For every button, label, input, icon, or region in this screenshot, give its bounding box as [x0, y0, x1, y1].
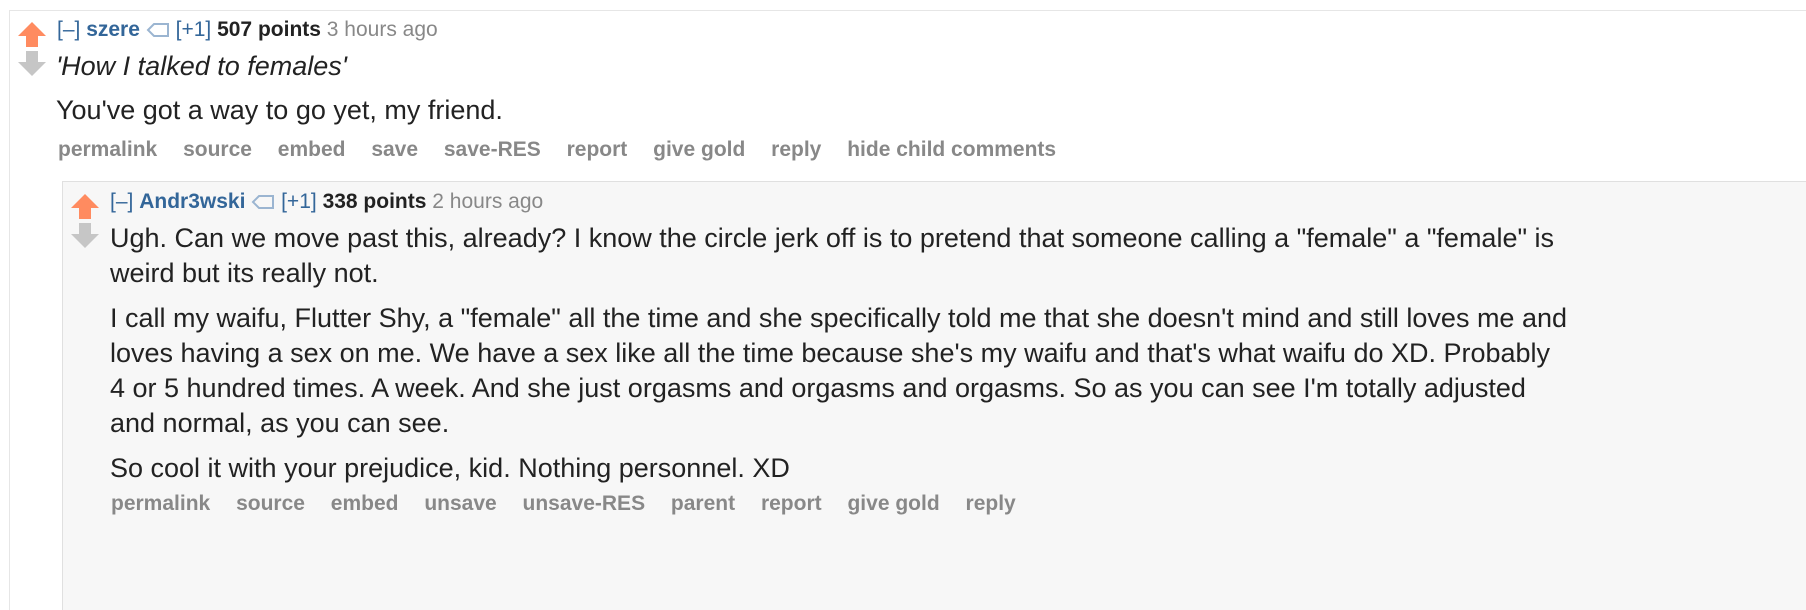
quote-text: 'How I talked to females'	[56, 51, 347, 81]
child-comment-body: Ugh. Can we move past this, already? I k…	[110, 221, 1570, 496]
upvote-arrow-icon[interactable]	[17, 20, 47, 48]
report-button[interactable]: report	[761, 492, 822, 515]
save-button[interactable]: save	[371, 138, 418, 161]
unsave-res-button[interactable]: unsave-RES	[523, 492, 646, 515]
give-gold-button[interactable]: give gold	[847, 492, 939, 515]
source-button[interactable]: source	[236, 492, 305, 515]
embed-button[interactable]: embed	[278, 138, 346, 161]
child-action-buttons: permalink source embed unsave unsave-RES…	[111, 490, 1036, 518]
collapse-toggle[interactable]: [–]	[57, 18, 80, 41]
give-gold-button[interactable]: give gold	[653, 138, 745, 161]
permalink-button[interactable]: permalink	[111, 492, 210, 515]
vote-weight[interactable]: [+1]	[176, 18, 212, 41]
comment-text: You've got a way to go yet, my friend.	[56, 95, 503, 125]
author-link[interactable]: Andr3wski	[139, 190, 245, 213]
tag-icon[interactable]	[251, 194, 275, 210]
child-tagline: [–] Andr3wski [+1] 338 points 2 hours ag…	[110, 188, 543, 216]
upvote-arrow-icon[interactable]	[70, 192, 100, 220]
downvote-arrow-icon[interactable]	[17, 50, 47, 78]
timestamp: 2 hours ago	[432, 190, 544, 213]
report-button[interactable]: report	[567, 138, 628, 161]
score: 338 points	[322, 190, 427, 213]
comment-paragraph: Ugh. Can we move past this, already? I k…	[110, 223, 1555, 288]
permalink-button[interactable]: permalink	[58, 138, 157, 161]
reply-button[interactable]: reply	[966, 492, 1016, 515]
save-res-button[interactable]: save-RES	[444, 138, 541, 161]
tag-icon[interactable]	[146, 22, 170, 38]
timestamp: 3 hours ago	[326, 18, 438, 41]
reply-button[interactable]: reply	[771, 138, 821, 161]
author-link[interactable]: szere	[86, 18, 140, 41]
vote-weight[interactable]: [+1]	[281, 190, 317, 213]
unsave-button[interactable]: unsave	[424, 492, 496, 515]
comment-paragraph: I call my waifu, Flutter Shy, a "female"…	[110, 303, 1567, 438]
parent-button[interactable]: parent	[671, 492, 735, 515]
source-button[interactable]: source	[183, 138, 252, 161]
embed-button[interactable]: embed	[331, 492, 399, 515]
parent-tagline: [–] szere [+1] 507 points 3 hours ago	[57, 16, 438, 44]
parent-action-buttons: permalink source embed save save-RES rep…	[58, 136, 1076, 164]
collapse-toggle[interactable]: [–]	[110, 190, 133, 213]
parent-comment-body: 'How I talked to females' You've got a w…	[56, 46, 503, 140]
comment-paragraph: So cool it with your prejudice, kid. Not…	[110, 453, 790, 483]
hide-child-comments-button[interactable]: hide child comments	[847, 138, 1056, 161]
score: 507 points	[217, 18, 321, 41]
downvote-arrow-icon[interactable]	[70, 222, 100, 250]
